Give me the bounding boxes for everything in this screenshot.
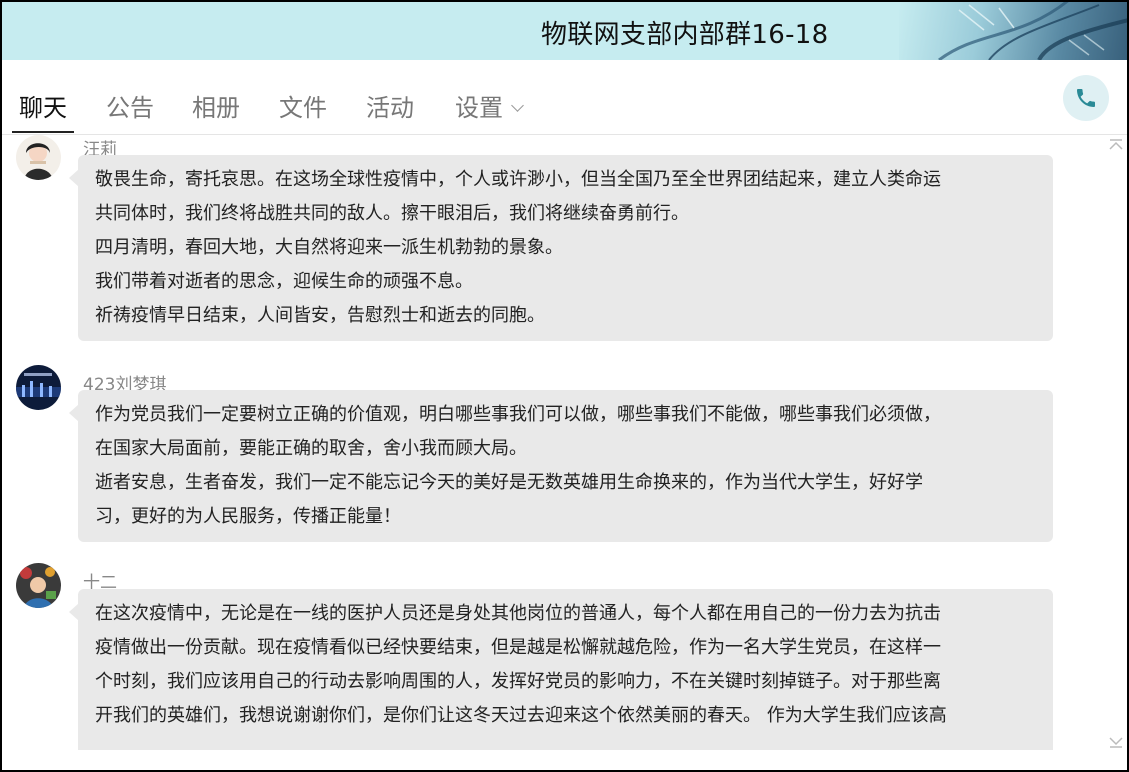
message-bubble: 在这次疫情中，无论是在一线的医护人员还是身处其他岗位的普通人，每个人都在用自己的… [69, 589, 1053, 750]
chevron-down-icon [511, 99, 524, 112]
tab-bar: 聊天 公告 相册 文件 活动 设置 [0, 60, 1129, 135]
chat-message-list[interactable]: 汪莉 敬畏生命，寄托哀思。在这场全球性疫情中，个人或许渺小，但当全国乃至全世界团… [0, 135, 1129, 750]
tab-activities[interactable]: 活动 [366, 88, 414, 123]
message-line: 在国家大局面前，要能正确的取舍，舍小我而顾大局。 [95, 438, 527, 459]
message-line: 四月清明，春回大地，大自然将迎来一派生机勃勃的景象。 [95, 237, 563, 258]
message-bubble: 敬畏生命，寄托哀思。在这场全球性疫情中，个人或许渺小，但当全国乃至全世界团结起来… [69, 155, 1053, 341]
window-title: 物联网支部内部群16-18 [541, 20, 829, 50]
message-line: 敬畏生命，寄托哀思。在这场全球性疫情中，个人或许渺小，但当全国乃至全世界团结起来… [95, 169, 941, 190]
title-bar: 物联网支部内部群16-18 [0, 0, 1129, 60]
message-line: 逝者安息，生者奋发，我们一定不能忘记今天的美好是无数英雄用生命换来的，作为当代大… [95, 472, 923, 493]
message-line: 开我们的英雄们，我想说谢谢你们，是你们让这冬天过去迎来这个依然美丽的春天。 作为… [95, 705, 947, 726]
message-line: 在这次疫情中，无论是在一线的医护人员还是身处其他岗位的普通人，每个人都在用自己的… [95, 603, 941, 624]
title-background-image [899, 0, 1129, 60]
tab-chat[interactable]: 聊天 [19, 88, 67, 123]
tab-settings-label: 设置 [455, 94, 503, 122]
message-line: 个时刻，我们应该用自己的行动去影响周围的人，发挥好党员的影响力，不在关键时刻掉链… [95, 671, 941, 692]
message-line: 疫情做出一份贡献。现在疫情看似已经快要结束，但是越是松懈就越危险，作为一名大学生… [95, 637, 941, 658]
message-bubble: 作为党员我们一定要树立正确的价值观，明白哪些事我们可以做，哪些事我们不能做，哪些… [69, 390, 1053, 542]
call-button[interactable] [1063, 75, 1109, 121]
message-line: 习，更好的为人民服务，传播正能量！ [95, 506, 401, 527]
chevron-up-icon [1109, 139, 1123, 150]
message-line: 祈祷疫情早日结束，人间皆安，告慰烈士和逝去的同胞。 [95, 305, 545, 326]
scroll-up-button[interactable] [1108, 137, 1124, 151]
avatar[interactable] [16, 563, 61, 608]
tab-files[interactable]: 文件 [279, 88, 327, 123]
chevron-down-icon [1109, 737, 1123, 748]
active-tab-indicator [12, 131, 74, 133]
tab-album[interactable]: 相册 [192, 88, 240, 123]
avatar[interactable] [16, 365, 61, 410]
avatar[interactable] [16, 135, 61, 180]
tab-announcements[interactable]: 公告 [106, 88, 154, 123]
tab-settings[interactable]: 设置 [455, 88, 524, 123]
scroll-down-button[interactable] [1108, 734, 1124, 748]
message-line: 作为党员我们一定要树立正确的价值观，明白哪些事我们可以做，哪些事我们不能做，哪些… [95, 404, 941, 425]
message-line: 共同体时，我们终将战胜共同的敌人。擦干眼泪后，我们将继续奋勇前行。 [95, 203, 689, 224]
phone-icon [1077, 89, 1095, 107]
chat-bottom-edge [0, 750, 1129, 772]
message-line: 我们带着对逝者的思念，迎候生命的顽强不息。 [95, 271, 473, 292]
